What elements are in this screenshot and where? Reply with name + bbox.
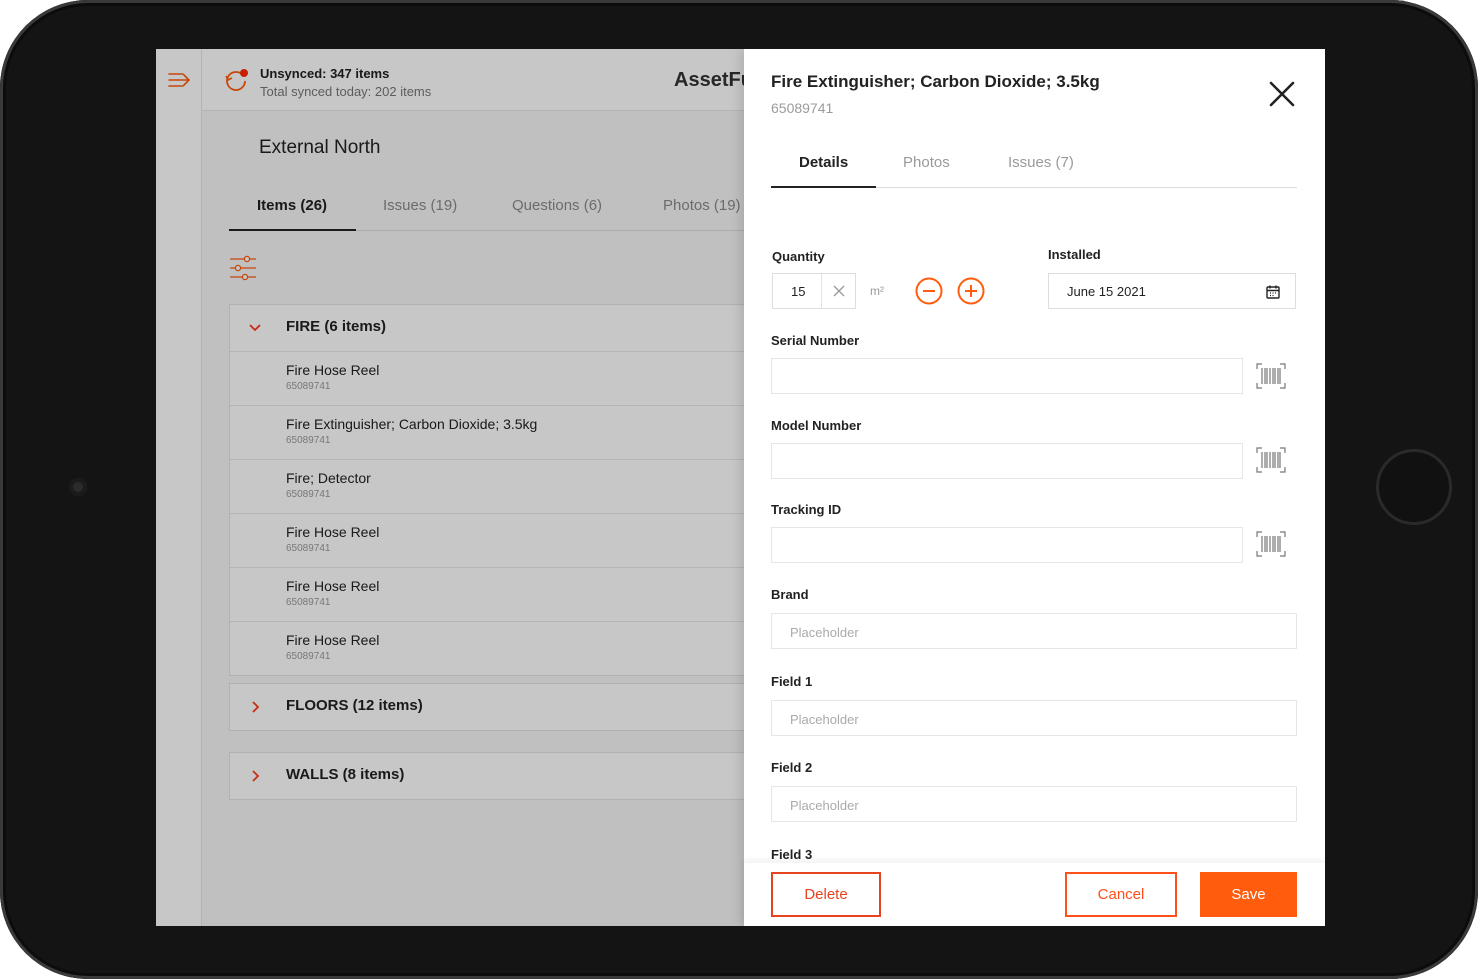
serial-number-input[interactable] — [771, 358, 1243, 394]
model-number-label: Model Number — [771, 418, 862, 433]
brand-placeholder: Placeholder — [790, 625, 859, 640]
tracking-id-label: Tracking ID — [771, 502, 842, 517]
home-button[interactable] — [1376, 449, 1452, 525]
tab-underline — [771, 186, 876, 188]
delete-button[interactable]: Delete — [771, 872, 881, 917]
panel-item-code: 65089741 — [771, 100, 834, 116]
tab-photos[interactable]: Photos — [903, 154, 950, 171]
cancel-button[interactable]: Cancel — [1065, 872, 1177, 917]
barcode-scan-icon[interactable] — [1256, 447, 1286, 473]
installed-date-value: June 15 2021 — [1067, 284, 1146, 299]
field-1-placeholder: Placeholder — [790, 712, 859, 727]
installed-date-input[interactable]: June 15 2021 — [1048, 273, 1296, 309]
barcode-scan-icon[interactable] — [1256, 363, 1286, 389]
clear-icon[interactable] — [831, 283, 847, 299]
quantity-label: Quantity — [772, 249, 825, 264]
detail-tabs: Details Photos Issues (7) — [771, 146, 1297, 188]
brand-input[interactable]: Placeholder — [771, 613, 1297, 649]
barcode-scan-icon[interactable] — [1256, 531, 1286, 557]
quantity-input[interactable]: 15 — [772, 273, 856, 309]
tracking-id-input[interactable] — [771, 527, 1243, 563]
ipad-frame: Unsynced: 347 items Total synced today: … — [0, 0, 1478, 979]
divider — [821, 274, 822, 308]
field-1-label: Field 1 — [771, 674, 813, 689]
minus-circle-icon[interactable] — [915, 277, 943, 305]
quantity-value: 15 — [791, 284, 806, 299]
field-3-label: Field 3 — [771, 847, 813, 862]
field-1-input[interactable]: Placeholder — [771, 700, 1297, 736]
item-detail-panel: Fire Extinguisher; Carbon Dioxide; 3.5kg… — [744, 49, 1325, 926]
model-number-input[interactable] — [771, 443, 1243, 479]
serial-number-label: Serial Number — [771, 333, 860, 348]
plus-circle-icon[interactable] — [957, 277, 985, 305]
camera — [69, 478, 87, 496]
field-2-input[interactable]: Placeholder — [771, 786, 1297, 822]
tab-details[interactable]: Details — [799, 154, 848, 171]
tab-issues[interactable]: Issues (7) — [1008, 154, 1074, 171]
installed-label: Installed — [1048, 247, 1101, 262]
brand-label: Brand — [771, 587, 809, 602]
panel-footer: Delete Cancel Save — [744, 863, 1325, 926]
save-button[interactable]: Save — [1200, 872, 1297, 917]
calendar-icon[interactable] — [1265, 284, 1281, 300]
field-2-label: Field 2 — [771, 760, 813, 775]
field-2-placeholder: Placeholder — [790, 798, 859, 813]
close-icon[interactable] — [1267, 79, 1297, 109]
screen: Unsynced: 347 items Total synced today: … — [156, 49, 1325, 926]
quantity-unit: m² — [870, 284, 884, 298]
panel-title: Fire Extinguisher; Carbon Dioxide; 3.5kg — [771, 72, 1100, 91]
